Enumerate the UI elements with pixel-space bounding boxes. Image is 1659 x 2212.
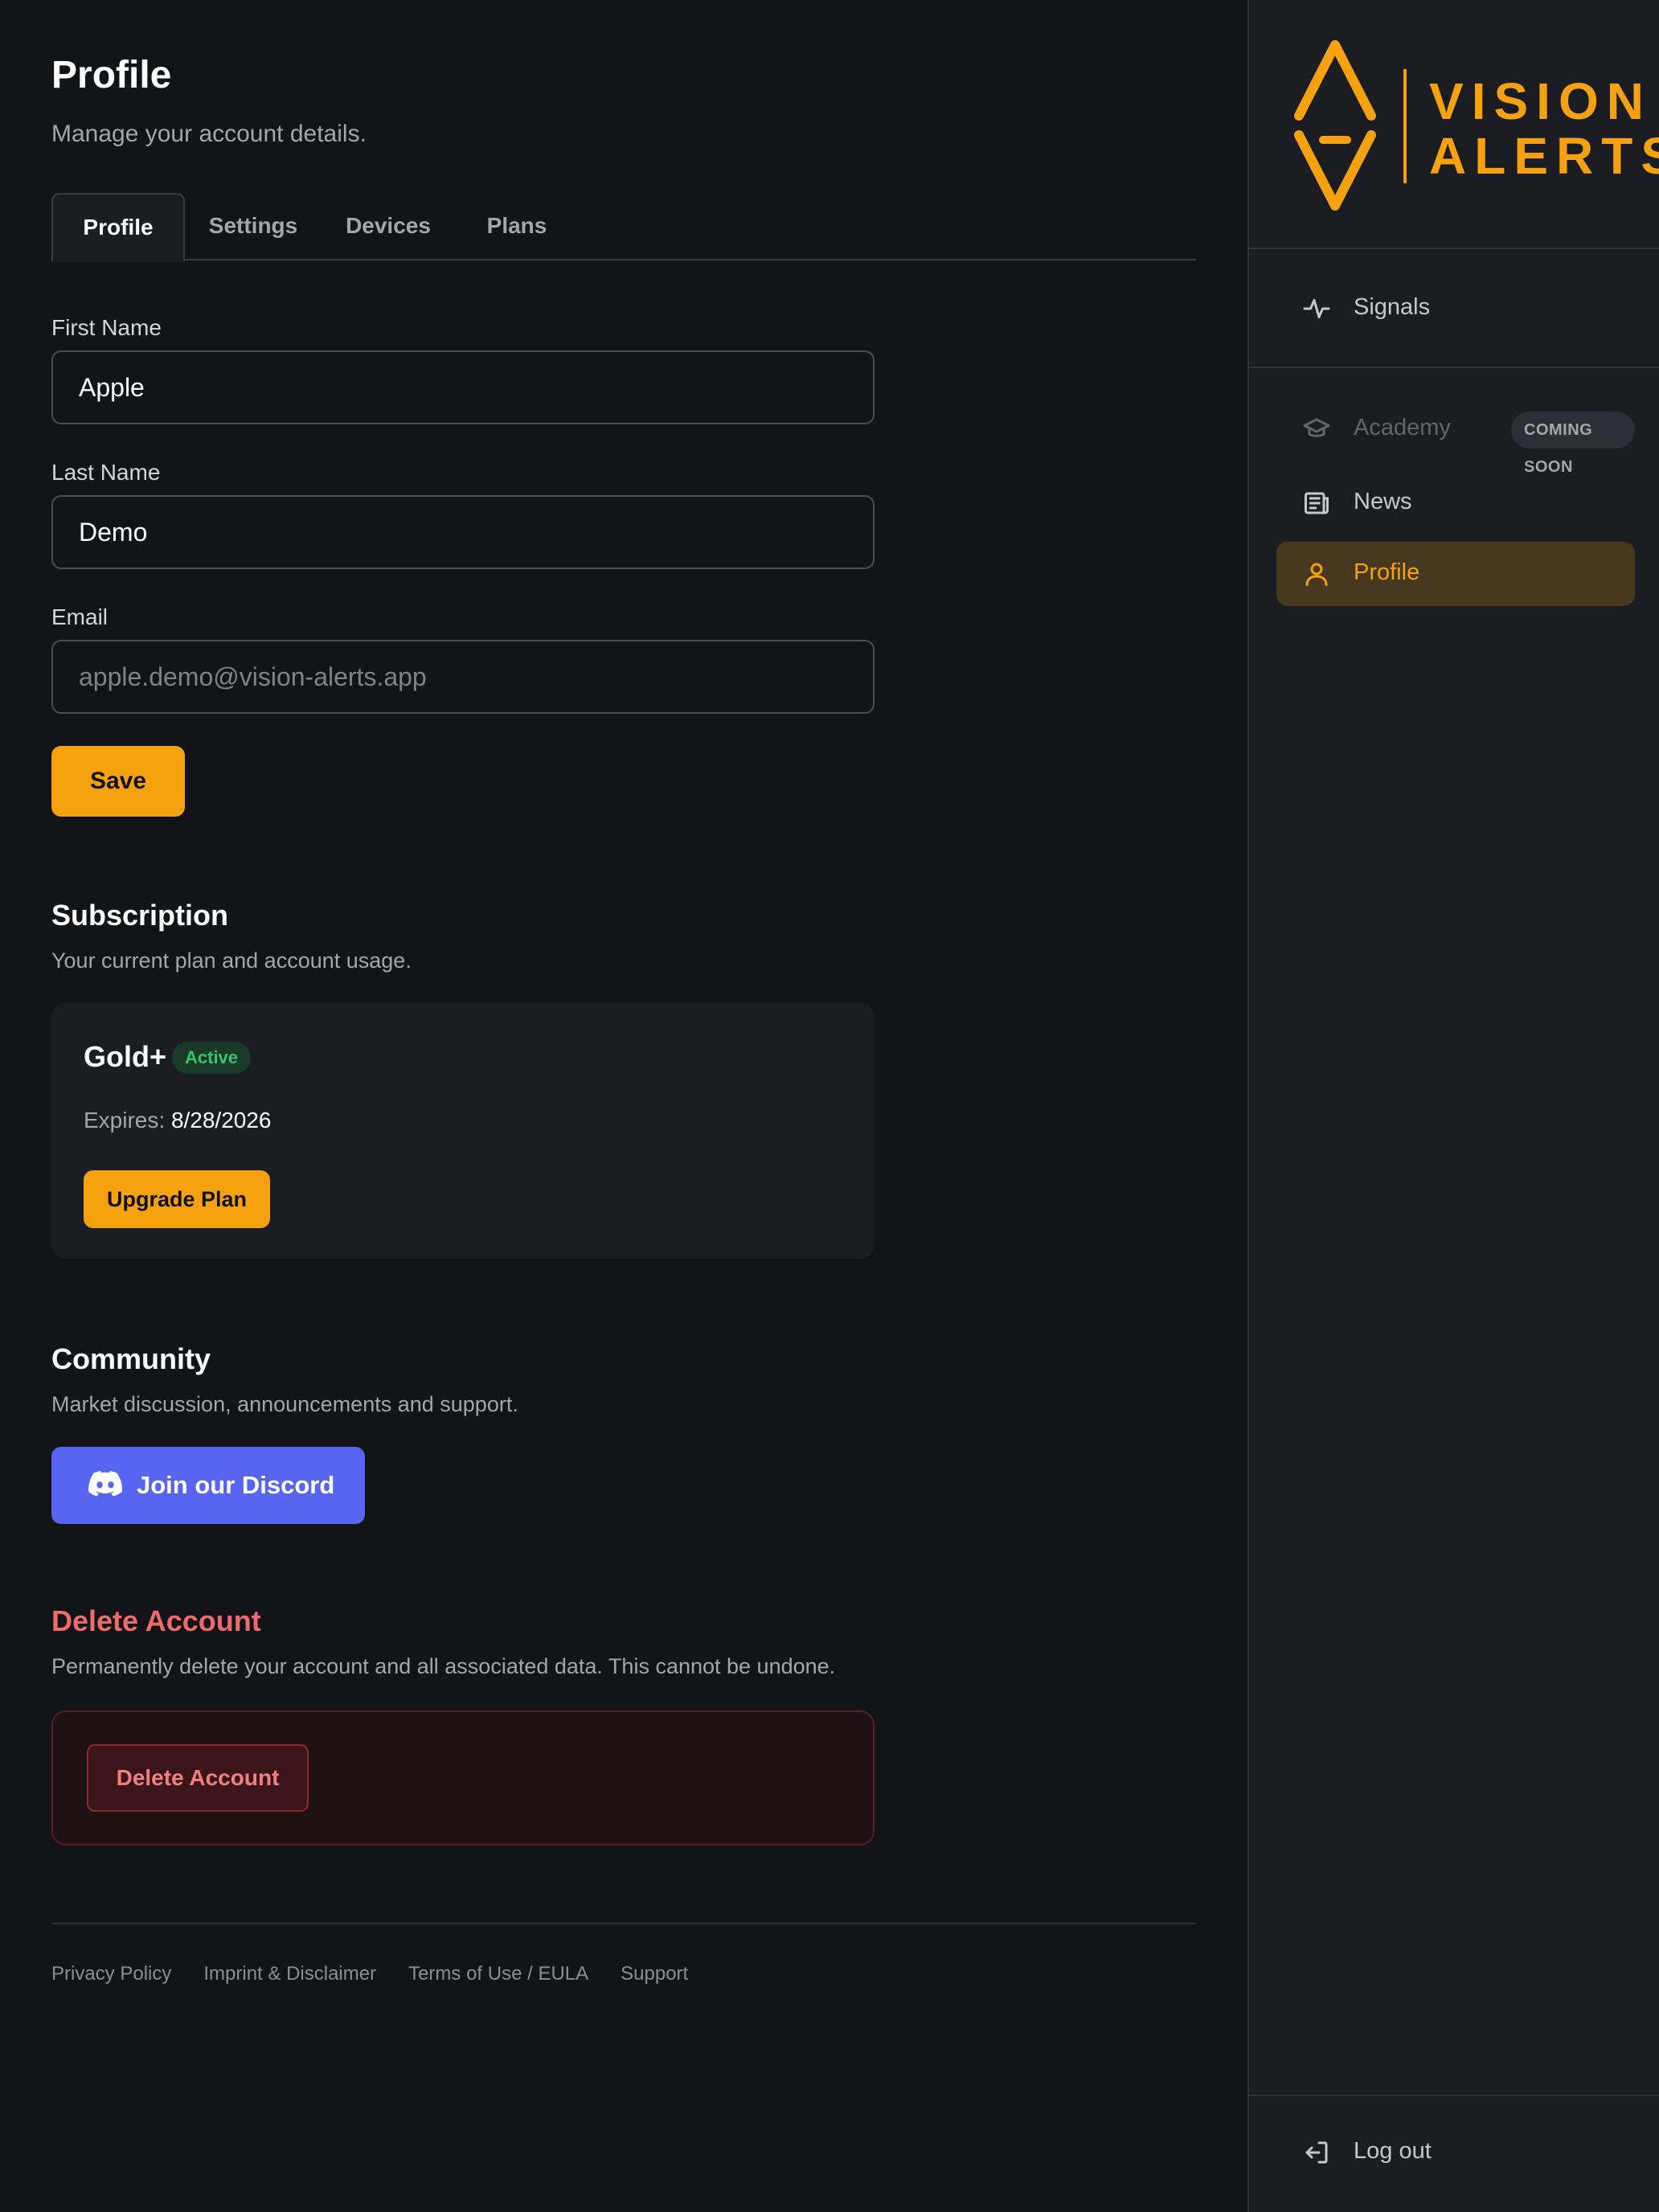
- logo-text: VISION ALERTS: [1429, 74, 1659, 183]
- sidebar: VISION ALERTS Signals Academy COMING SOO…: [1247, 0, 1659, 2212]
- privacy-policy-link[interactable]: Privacy Policy: [51, 1963, 171, 1985]
- newspaper-icon: [1305, 492, 1329, 514]
- logo-divider: [1403, 69, 1407, 183]
- sidebar-bottom-divider: [1249, 2095, 1659, 2096]
- first-name-label: First Name: [51, 315, 162, 340]
- coming-soon-badge: COMING SOON: [1511, 412, 1635, 476]
- terms-of-use-link[interactable]: Terms of Use / EULA: [408, 1963, 588, 1985]
- delete-account-button[interactable]: Delete Account: [87, 1744, 309, 1812]
- tab-devices[interactable]: Devices: [330, 193, 447, 260]
- community-subtitle: Market discussion, announcements and sup…: [51, 1392, 518, 1416]
- last-name-input[interactable]: [51, 495, 875, 569]
- log-out-icon: [1305, 2141, 1328, 2164]
- sidebar-item-label: Signals: [1354, 294, 1431, 320]
- activity-icon: [1303, 299, 1330, 318]
- email-input: [51, 640, 875, 714]
- status-badge: Active: [172, 1042, 252, 1074]
- support-link[interactable]: Support: [621, 1963, 688, 1985]
- delete-account-title: Delete Account: [51, 1604, 261, 1637]
- sidebar-item-academy: Academy COMING SOON: [1276, 397, 1635, 476]
- sidebar-item-news[interactable]: News: [1276, 471, 1635, 535]
- footer-links: Privacy Policy Imprint & Disclaimer Term…: [51, 1963, 720, 1985]
- danger-zone-card: Delete Account: [51, 1710, 875, 1845]
- subscription-card: Gold+ Active Expires: 8/28/2026 Upgrade …: [51, 1003, 875, 1259]
- tab-profile[interactable]: Profile: [51, 193, 185, 262]
- sidebar-item-profile[interactable]: Profile: [1276, 542, 1635, 606]
- sidebar-item-signals[interactable]: Signals: [1276, 276, 1635, 341]
- logo[interactable]: VISION ALERTS: [1249, 0, 1659, 249]
- first-name-input[interactable]: [51, 350, 875, 424]
- expires-date: 8/28/2026: [170, 1108, 272, 1133]
- last-name-label: Last Name: [51, 460, 161, 485]
- sidebar-divider: [1249, 367, 1659, 368]
- logo-line-alerts: ALERTS: [1429, 127, 1659, 185]
- page-title: Profile: [51, 54, 172, 96]
- email-label: Email: [51, 604, 109, 629]
- footer-divider: [51, 1923, 1196, 1924]
- sidebar-item-label: News: [1354, 489, 1412, 514]
- tab-bar: Profile Settings Devices Plans: [51, 193, 1196, 262]
- subscription-title: Subscription: [51, 899, 229, 932]
- logout-button[interactable]: Log out: [1276, 2120, 1635, 2185]
- tab-settings[interactable]: Settings: [195, 193, 312, 260]
- delete-account-subtitle: Permanently delete your account and all …: [51, 1654, 836, 1678]
- logout-label: Log out: [1354, 2138, 1432, 2164]
- discord-icon: [88, 1470, 122, 1501]
- plan-name: Gold+: [84, 1040, 167, 1073]
- expires-row: Expires: 8/28/2026: [84, 1108, 272, 1133]
- join-discord-label: Join our Discord: [137, 1471, 335, 1499]
- sidebar-item-label: Profile: [1354, 559, 1420, 585]
- tab-plans[interactable]: Plans: [466, 193, 567, 260]
- page-subtitle: Manage your account details.: [51, 121, 367, 147]
- app-root: Profile Manage your account details. Pro…: [0, 0, 1659, 2212]
- imprint-disclaimer-link[interactable]: Imprint & Disclaimer: [203, 1963, 376, 1985]
- main-content: Profile Manage your account details. Pro…: [0, 0, 1247, 2212]
- expires-label: Expires:: [84, 1108, 166, 1133]
- subscription-subtitle: Your current plan and account usage.: [51, 948, 412, 973]
- community-title: Community: [51, 1342, 211, 1375]
- upgrade-plan-button[interactable]: Upgrade Plan: [84, 1170, 270, 1228]
- vision-alerts-logo-icon: [1294, 40, 1376, 211]
- save-button[interactable]: Save: [51, 746, 185, 817]
- logo-line-vision: VISION: [1429, 72, 1652, 130]
- graduation-cap-icon: [1303, 418, 1330, 437]
- join-discord-button[interactable]: Join our Discord: [51, 1447, 365, 1524]
- user-icon: [1305, 563, 1328, 586]
- sidebar-item-label: Academy: [1354, 415, 1451, 440]
